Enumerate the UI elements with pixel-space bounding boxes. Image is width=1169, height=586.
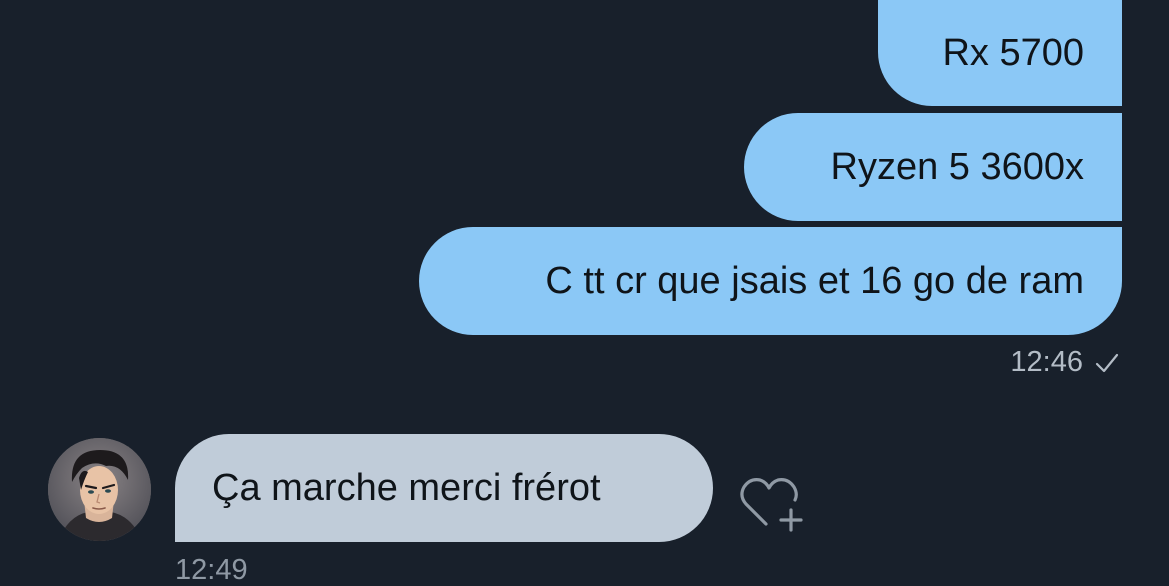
sent-message-bubble[interactable]: Rx 5700 <box>878 0 1122 106</box>
message-text: C tt cr que jsais et 16 go de ram <box>545 260 1084 302</box>
message-timestamp: 12:46 <box>1010 346 1083 378</box>
message-text: Ça marche merci frérot <box>212 467 601 509</box>
received-message-bubble[interactable]: Ça marche merci frérot <box>175 434 713 542</box>
check-icon <box>1095 353 1119 372</box>
message-text: Ryzen 5 3600x <box>830 146 1085 188</box>
message-text: Rx 5700 <box>942 32 1084 74</box>
sent-message-bubble[interactable]: C tt cr que jsais et 16 go de ram <box>419 227 1122 335</box>
message-timestamp: 12:49 <box>175 554 248 586</box>
sent-timestamp-row: 12:46 <box>1010 346 1119 379</box>
add-reaction-heart-icon[interactable] <box>738 474 808 534</box>
avatar[interactable] <box>48 438 151 541</box>
sent-message-bubble[interactable]: Ryzen 5 3600x <box>744 113 1122 221</box>
